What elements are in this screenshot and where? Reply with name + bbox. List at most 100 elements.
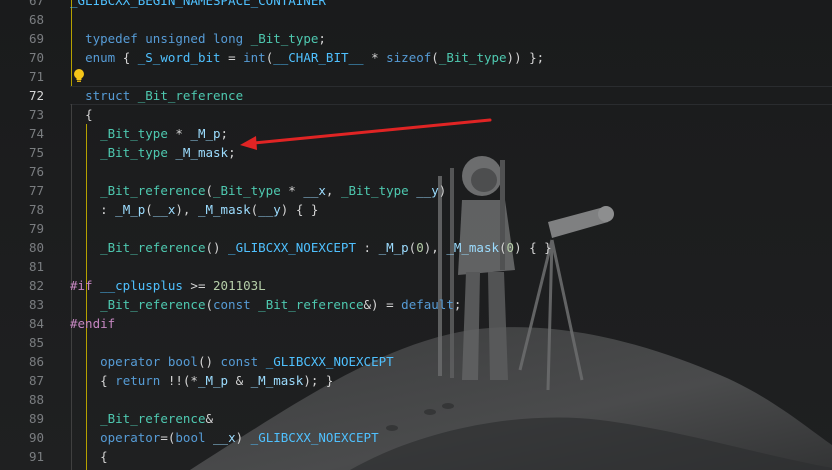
code-line[interactable]: { return !!(*_M_p & _M_mask); } bbox=[70, 371, 333, 390]
code-line[interactable]: _Bit_type * _M_p; bbox=[70, 124, 228, 143]
line-number: 85 bbox=[28, 335, 44, 350]
code-token: _Bit_type bbox=[340, 183, 409, 198]
code-line[interactable]: _Bit_reference(_Bit_type * __x, _Bit_typ… bbox=[70, 181, 446, 200]
line-number: 71 bbox=[28, 69, 44, 84]
code-token: sizeof bbox=[386, 50, 432, 65]
line-number: 67 bbox=[28, 0, 44, 8]
code-token: _GLIBCXX_NOEXCEPT bbox=[250, 430, 379, 445]
code-line[interactable]: _Bit_type _M_mask; bbox=[70, 143, 236, 162]
code-token: __cplusplus bbox=[100, 278, 183, 293]
code-line[interactable]: struct _Bit_reference bbox=[70, 86, 243, 105]
line-number: 81 bbox=[28, 259, 44, 274]
code-token: enum bbox=[85, 50, 116, 65]
code-line[interactable]: #if __cplusplus >= 201103L bbox=[70, 276, 266, 295]
code-line[interactable]: _Bit_reference() _GLIBCXX_NOEXCEPT : _M_… bbox=[70, 238, 552, 257]
code-token: _Bit_type bbox=[438, 50, 507, 65]
line-number: 91 bbox=[28, 449, 44, 464]
code-line[interactable]: enum { _S_word_bit = int(__CHAR_BIT__ * … bbox=[70, 48, 544, 67]
code-token: , bbox=[325, 183, 341, 198]
code-editor[interactable]: 67 68 69 70 71 72 73 74 75 76 77 78 79 80 81 82 83 84 85 86… bbox=[0, 0, 832, 470]
code-token: _Bit_reference bbox=[100, 411, 206, 426]
code-token: _Bit_type bbox=[100, 126, 168, 141]
line-number: 84 bbox=[28, 316, 44, 331]
code-token: _M_p bbox=[190, 126, 221, 141]
code-token: operator bbox=[100, 430, 161, 445]
code-token: ) bbox=[235, 430, 251, 445]
code-token: _Bit_reference bbox=[258, 297, 364, 312]
code-token: &) = bbox=[363, 297, 402, 312]
code-token: ( bbox=[205, 297, 213, 312]
code-line[interactable]: : _M_p(__x), _M_mask(__y) { } bbox=[70, 200, 318, 219]
code-token: * bbox=[280, 183, 304, 198]
code-token: return bbox=[115, 373, 161, 388]
code-token: { bbox=[115, 50, 138, 65]
lightbulb-icon[interactable] bbox=[72, 68, 86, 84]
code-token: * bbox=[167, 126, 191, 141]
code-token: ( bbox=[145, 202, 153, 217]
code-token: _Bit_reference bbox=[100, 183, 206, 198]
code-token: _M_p bbox=[378, 240, 409, 255]
code-token: & bbox=[205, 411, 213, 426]
code-area[interactable]: _GLIBCXX_BEGIN_NAMESPACE_CONTAINER typed… bbox=[70, 0, 830, 470]
code-token: _M_mask bbox=[197, 202, 251, 217]
code-token: _GLIBCXX_NOEXCEPT bbox=[228, 240, 356, 255]
code-token: const bbox=[213, 297, 251, 312]
line-number: 75 bbox=[28, 145, 44, 160]
code-token: _Bit_type bbox=[250, 31, 319, 46]
line-number: 68 bbox=[28, 12, 44, 27]
code-token: { bbox=[85, 107, 93, 122]
code-line[interactable]: _GLIBCXX_BEGIN_NAMESPACE_CONTAINER bbox=[70, 0, 326, 10]
code-token: __y bbox=[258, 202, 281, 217]
code-token: __x bbox=[152, 202, 176, 217]
line-number: 88 bbox=[28, 392, 44, 407]
code-token: #endif bbox=[70, 316, 116, 331]
code-token: _Bit_reference bbox=[100, 297, 206, 312]
line-number: 78 bbox=[28, 202, 44, 217]
code-token: : bbox=[100, 202, 116, 217]
line-number: 79 bbox=[28, 221, 44, 236]
code-token: ) { } bbox=[280, 202, 319, 217]
line-number: 73 bbox=[28, 107, 44, 122]
code-line[interactable]: { bbox=[70, 105, 93, 124]
code-token: _GLIBCXX_BEGIN_NAMESPACE_CONTAINER bbox=[70, 0, 326, 8]
code-line[interactable]: operator bool() const _GLIBCXX_NOEXCEPT bbox=[70, 352, 394, 371]
code-token: operator bbox=[100, 354, 161, 369]
code-token: { bbox=[100, 373, 116, 388]
line-number: 70 bbox=[28, 50, 44, 65]
code-line[interactable]: operator=(bool __x) _GLIBCXX_NOEXCEPT bbox=[70, 428, 379, 447]
code-token: = bbox=[220, 50, 244, 65]
code-token: _Bit_type bbox=[100, 145, 168, 160]
code-line[interactable]: #endif bbox=[70, 314, 115, 333]
line-number: 86 bbox=[28, 354, 44, 369]
code-line[interactable]: { bbox=[70, 447, 108, 466]
code-token: ; bbox=[318, 31, 326, 46]
code-token: _M_p bbox=[115, 202, 146, 217]
code-token: _M_mask bbox=[175, 145, 229, 160]
code-token: () bbox=[197, 354, 221, 369]
code-token: bool bbox=[175, 430, 206, 445]
code-line[interactable]: _Bit_reference& bbox=[70, 409, 213, 428]
code-token: __x bbox=[213, 430, 236, 445]
code-token: _Bit_reference bbox=[137, 88, 244, 103]
code-token: !!(* bbox=[160, 373, 198, 388]
line-number: 83 bbox=[28, 297, 44, 312]
code-token: ; bbox=[228, 145, 236, 160]
code-token: ; bbox=[220, 126, 229, 141]
code-line[interactable]: _Bit_reference(const _Bit_reference&) = … bbox=[70, 295, 461, 314]
code-token: () bbox=[205, 240, 229, 255]
code-line[interactable]: typedef unsigned long _Bit_type; bbox=[70, 29, 326, 48]
line-number: 80 bbox=[28, 240, 44, 255]
code-token: _GLIBCXX_NOEXCEPT bbox=[265, 354, 394, 369]
